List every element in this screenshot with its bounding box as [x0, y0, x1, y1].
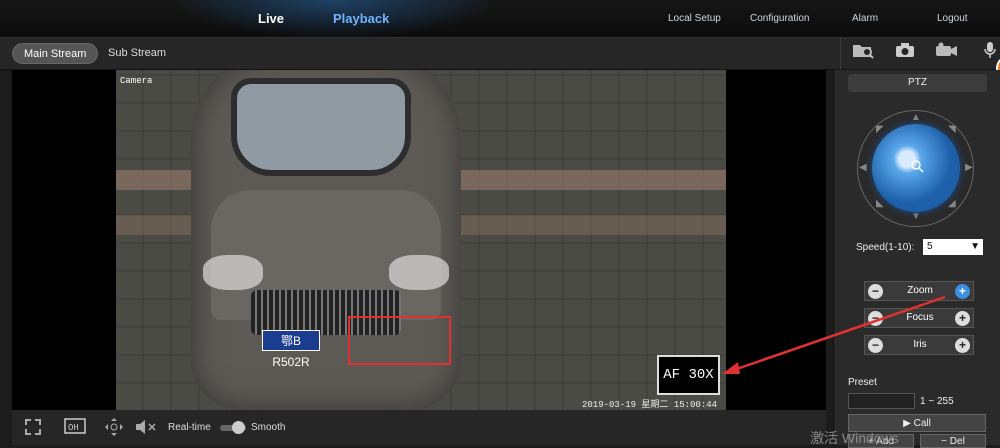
windows-activation-watermark: 激活 Windows: [810, 430, 899, 446]
annotation-arrow: [722, 295, 946, 374]
